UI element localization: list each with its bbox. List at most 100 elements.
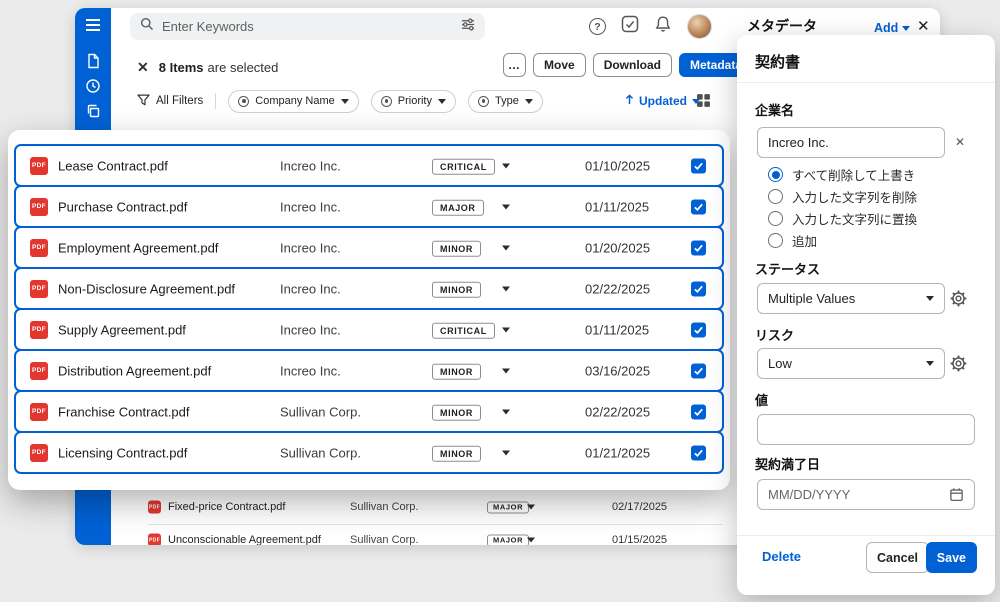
- chevron-down-icon[interactable]: [502, 163, 510, 168]
- pdf-icon: PDF: [148, 534, 161, 546]
- file-icon[interactable]: [85, 53, 101, 69]
- gear-icon[interactable]: [950, 290, 967, 312]
- search-bar[interactable]: [130, 13, 485, 40]
- row-checkbox[interactable]: [691, 445, 706, 460]
- row-checkbox[interactable]: [691, 281, 706, 296]
- filter-chip-type[interactable]: Type: [468, 90, 543, 113]
- pdf-icon: PDF: [30, 239, 48, 257]
- pdf-icon: PDF: [30, 280, 48, 298]
- all-filters-button[interactable]: All Filters: [137, 94, 203, 109]
- pdf-icon: PDF: [30, 321, 48, 339]
- company-name: Increo Inc.: [280, 240, 341, 255]
- file-name: Licensing Contract.pdf: [58, 445, 187, 460]
- chevron-down-icon[interactable]: [502, 286, 510, 291]
- chevron-down-icon[interactable]: [502, 368, 510, 373]
- clear-selection-icon[interactable]: ✕: [137, 59, 149, 76]
- download-button[interactable]: Download: [593, 53, 672, 77]
- menu-icon[interactable]: [85, 18, 101, 34]
- file-name: Distribution Agreement.pdf: [58, 363, 211, 378]
- file-row[interactable]: PDF Lease Contract.pdf Increo Inc. CRITI…: [14, 144, 724, 187]
- company-name: Increo Inc.: [280, 322, 341, 337]
- row-checkbox[interactable]: [691, 363, 706, 378]
- updated-date: 03/16/2025: [585, 363, 650, 378]
- file-row[interactable]: PDF Employment Agreement.pdf Increo Inc.…: [14, 226, 724, 269]
- save-button[interactable]: Save: [926, 542, 977, 573]
- file-row[interactable]: PDF Non-Disclosure Agreement.pdf Increo …: [14, 267, 724, 310]
- row-checkbox[interactable]: [691, 322, 706, 337]
- search-filters-icon[interactable]: [461, 18, 475, 36]
- help-icon[interactable]: ?: [589, 18, 606, 35]
- status-label: ステータス: [755, 259, 820, 278]
- move-button[interactable]: Move: [533, 53, 586, 77]
- clock-icon[interactable]: [85, 78, 101, 94]
- radio-overwrite[interactable]: すべて削除して上書き: [768, 165, 915, 184]
- file-row[interactable]: PDF Purchase Contract.pdf Increo Inc. MA…: [14, 185, 724, 228]
- avatar[interactable]: [687, 14, 712, 39]
- chevron-down-icon[interactable]: [502, 245, 510, 250]
- sort-control[interactable]: Updated: [625, 94, 700, 108]
- radio-remove-text[interactable]: 入力した文字列を削除: [768, 187, 917, 206]
- updated-date: 01/11/2025: [585, 199, 649, 214]
- radio-replace-text[interactable]: 入力した文字列に置換: [768, 209, 917, 228]
- company-name: Sullivan Corp.: [280, 404, 361, 419]
- dial-icon: [238, 96, 249, 107]
- search-input[interactable]: [162, 19, 453, 34]
- selection-count-text: 8 Itemsare selected: [159, 60, 279, 75]
- value-input[interactable]: [757, 414, 975, 445]
- filter-chip-company[interactable]: Company Name: [228, 90, 358, 113]
- funnel-icon: [137, 94, 150, 109]
- chevron-down-icon[interactable]: [502, 409, 510, 414]
- chevron-down-icon[interactable]: [527, 538, 535, 543]
- metadata-add-button[interactable]: Add: [874, 21, 910, 35]
- priority-badge: MINOR: [432, 361, 481, 380]
- tasks-icon[interactable]: [621, 15, 639, 38]
- copy-icon[interactable]: [85, 103, 101, 119]
- chevron-down-icon[interactable]: [502, 327, 510, 332]
- delete-button[interactable]: Delete: [762, 549, 801, 564]
- row-checkbox[interactable]: [691, 404, 706, 419]
- bell-icon[interactable]: [654, 15, 672, 38]
- chevron-down-icon: [438, 99, 446, 104]
- chevron-down-icon[interactable]: [502, 204, 510, 209]
- expiry-date-input[interactable]: [757, 479, 975, 510]
- row-checkbox[interactable]: [691, 240, 706, 255]
- clear-field-icon[interactable]: ✕: [952, 134, 968, 150]
- priority-badge: MINOR: [432, 238, 481, 257]
- grid-view-icon[interactable]: [696, 93, 711, 113]
- more-actions-button[interactable]: …: [503, 53, 526, 77]
- chevron-down-icon[interactable]: [502, 450, 510, 455]
- cancel-button[interactable]: Cancel: [866, 542, 929, 573]
- topbar-icons: ?: [589, 13, 712, 40]
- company-name: Increo Inc.: [280, 363, 341, 378]
- file-row[interactable]: PDF Distribution Agreement.pdf Increo In…: [14, 349, 724, 392]
- filter-chip-priority[interactable]: Priority: [371, 90, 456, 113]
- file-name: Non-Disclosure Agreement.pdf: [58, 281, 235, 296]
- company-input[interactable]: [757, 127, 945, 158]
- chevron-down-icon[interactable]: [527, 505, 535, 510]
- file-name: Fixed-price Contract.pdf: [168, 501, 285, 513]
- file-row[interactable]: PDF Supply Agreement.pdf Increo Inc. CRI…: [14, 308, 724, 351]
- gear-icon[interactable]: [950, 355, 967, 377]
- row-checkbox[interactable]: [691, 199, 706, 214]
- priority-badge: MAJOR: [487, 501, 529, 514]
- updated-date: 01/10/2025: [585, 158, 650, 173]
- value-label: 値: [755, 390, 768, 409]
- chevron-down-icon: [926, 361, 934, 366]
- radio-append[interactable]: 追加: [768, 231, 817, 250]
- calendar-icon[interactable]: [949, 487, 964, 507]
- priority-badge: MAJOR: [487, 534, 529, 546]
- row-checkbox[interactable]: [691, 158, 706, 173]
- file-row[interactable]: PDF Franchise Contract.pdf Sullivan Corp…: [14, 390, 724, 433]
- file-row[interactable]: PDF Licensing Contract.pdf Sullivan Corp…: [14, 431, 724, 474]
- risk-select[interactable]: Low: [757, 348, 945, 379]
- selection-info: ✕ 8 Itemsare selected: [137, 59, 278, 76]
- pdf-icon: PDF: [30, 362, 48, 380]
- company-name: Increo Inc.: [280, 199, 341, 214]
- radio-icon: [768, 167, 783, 182]
- status-select[interactable]: Multiple Values: [757, 283, 945, 314]
- file-name: Purchase Contract.pdf: [58, 199, 187, 214]
- updated-date: 01/11/2025: [585, 322, 649, 337]
- metadata-close-icon[interactable]: ✕: [917, 17, 930, 35]
- updated-date: 02/22/2025: [585, 281, 650, 296]
- pdf-icon: PDF: [148, 501, 161, 514]
